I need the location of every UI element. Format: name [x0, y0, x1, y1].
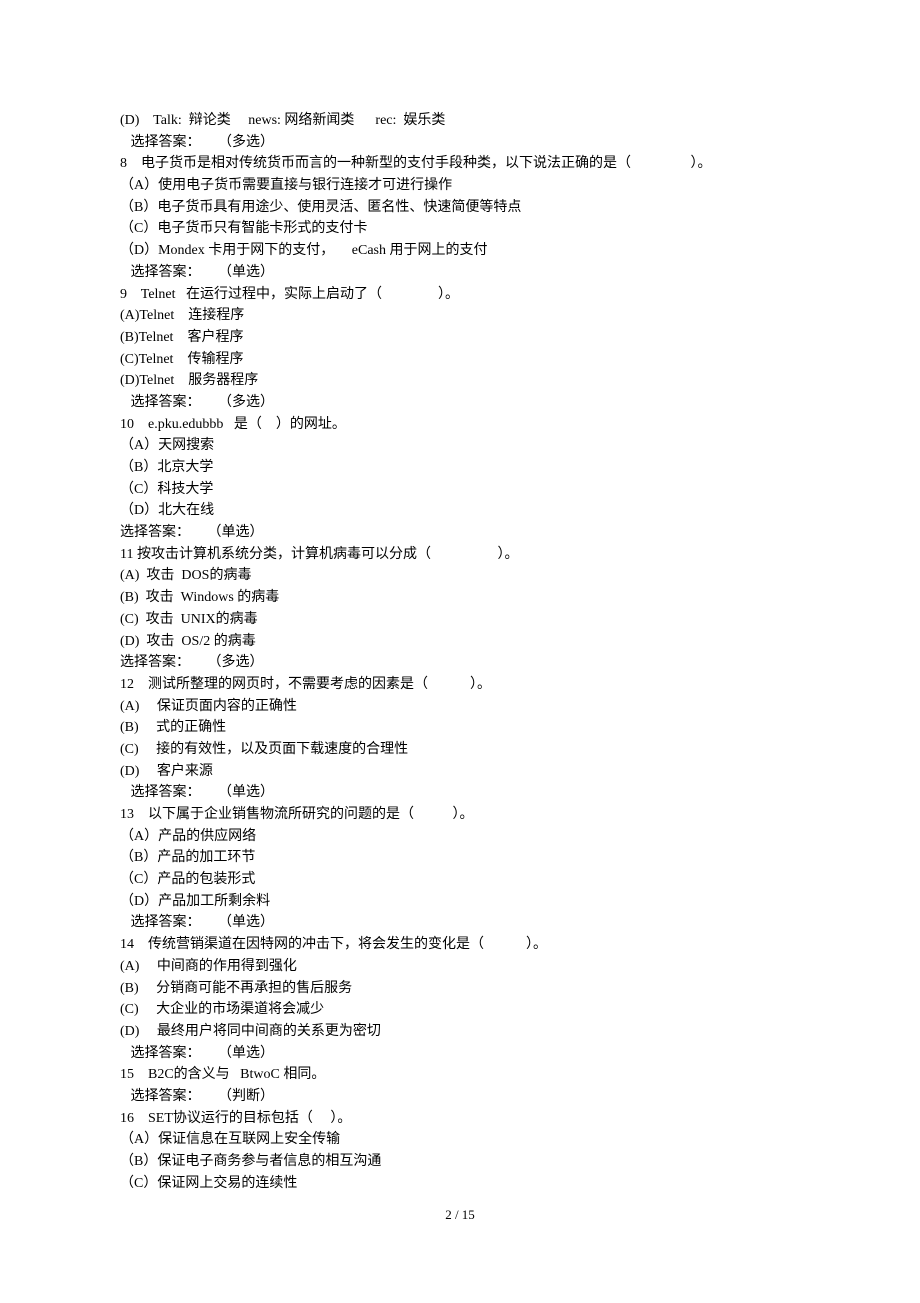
text-line: （C）科技大学	[120, 479, 800, 501]
text-line: (C)Telnet 传输程序	[120, 349, 800, 371]
text-line: (A)Telnet 连接程序	[120, 305, 800, 327]
text-line: 11 按攻击计算机系统分类，计算机病毒可以分成（ ）。	[120, 544, 800, 566]
text-line: 10 e.pku.edubbb 是（ ）的网址。	[120, 414, 800, 436]
text-line: (C) 攻击 UNIX的病毒	[120, 609, 800, 631]
document-body: (D) Talk: 辩论类 news: 网络新闻类 rec: 娱乐类 选择答案：…	[120, 110, 800, 1194]
text-line: （A）天网搜索	[120, 435, 800, 457]
text-line: （A）保证信息在互联网上安全传输	[120, 1129, 800, 1151]
text-line: 12 测试所整理的网页时，不需要考虑的因素是（ ）。	[120, 674, 800, 696]
text-line: （C）保证网上交易的连续性	[120, 1173, 800, 1195]
text-line: （D）Mondex 卡用于网下的支付， eCash 用于网上的支付	[120, 240, 800, 262]
text-line: 选择答案： （单选）	[120, 522, 800, 544]
text-line: （B）保证电子商务参与者信息的相互沟通	[120, 1151, 800, 1173]
text-line: (D) 攻击 OS/2 的病毒	[120, 631, 800, 653]
text-line: 选择答案： （单选）	[120, 1043, 800, 1065]
text-line: 16 SET协议运行的目标包括（ ）。	[120, 1108, 800, 1130]
text-line: （C）产品的包装形式	[120, 869, 800, 891]
text-line: （B）北京大学	[120, 457, 800, 479]
document-page: (D) Talk: 辩论类 news: 网络新闻类 rec: 娱乐类 选择答案：…	[0, 0, 920, 1303]
text-line: (A) 攻击 DOS的病毒	[120, 565, 800, 587]
text-line: (C) 大企业的市场渠道将会减少	[120, 999, 800, 1021]
text-line: (D)Telnet 服务器程序	[120, 370, 800, 392]
text-line: （A）产品的供应网络	[120, 826, 800, 848]
text-line: 14 传统营销渠道在因特网的冲击下，将会发生的变化是（ ）。	[120, 934, 800, 956]
text-line: 选择答案： （多选）	[120, 652, 800, 674]
text-line: 13 以下属于企业销售物流所研究的问题的是（ ）。	[120, 804, 800, 826]
text-line: 9 Telnet 在运行过程中，实际上启动了（ ）。	[120, 284, 800, 306]
text-line: （D）北大在线	[120, 500, 800, 522]
text-line: 选择答案： （多选）	[120, 392, 800, 414]
text-line: 选择答案： （多选）	[120, 132, 800, 154]
text-line: (A) 保证页面内容的正确性	[120, 696, 800, 718]
text-line: (D) 客户来源	[120, 761, 800, 783]
page-number: 2 / 15	[0, 1205, 920, 1225]
text-line: (B)Telnet 客户程序	[120, 327, 800, 349]
text-line: （C）电子货币只有智能卡形式的支付卡	[120, 218, 800, 240]
text-line: (D) Talk: 辩论类 news: 网络新闻类 rec: 娱乐类	[120, 110, 800, 132]
text-line: (A) 中间商的作用得到强化	[120, 956, 800, 978]
text-line: 选择答案： （判断）	[120, 1086, 800, 1108]
text-line: 选择答案： （单选）	[120, 782, 800, 804]
text-line: 选择答案： （单选）	[120, 262, 800, 284]
text-line: (C) 接的有效性，以及页面下载速度的合理性	[120, 739, 800, 761]
text-line: （A）使用电子货币需要直接与银行连接才可进行操作	[120, 175, 800, 197]
text-line: (B) 攻击 Windows 的病毒	[120, 587, 800, 609]
text-line: 选择答案： （单选）	[120, 912, 800, 934]
text-line: (D) 最终用户将同中间商的关系更为密切	[120, 1021, 800, 1043]
text-line: （B）电子货币具有用途少、使用灵活、匿名性、快速简便等特点	[120, 197, 800, 219]
text-line: (B) 式的正确性	[120, 717, 800, 739]
text-line: (B) 分销商可能不再承担的售后服务	[120, 978, 800, 1000]
text-line: （D）产品加工所剩余料	[120, 891, 800, 913]
text-line: （B）产品的加工环节	[120, 847, 800, 869]
text-line: 15 B2C的含义与 BtwoC 相同。	[120, 1064, 800, 1086]
text-line: 8 电子货币是相对传统货币而言的一种新型的支付手段种类，以下说法正确的是（ ）。	[120, 153, 800, 175]
